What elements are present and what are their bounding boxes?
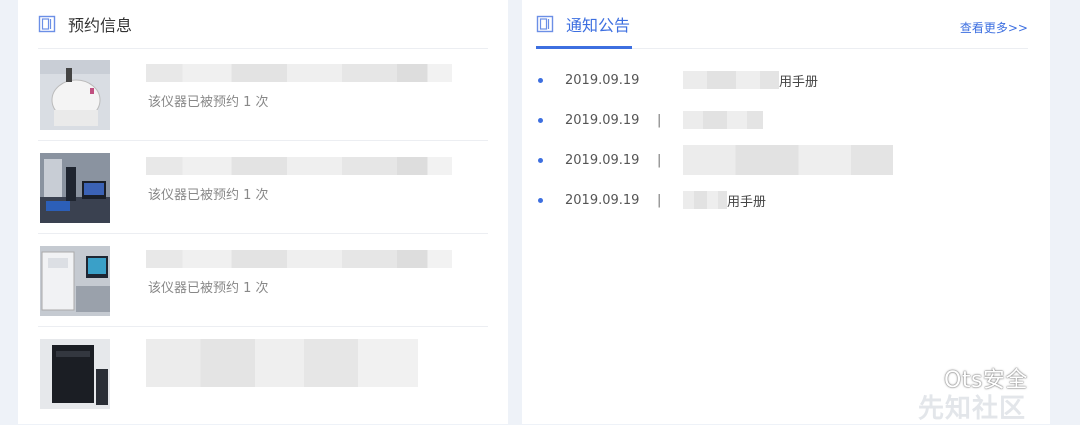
booking-count: 该仪器已被预约 1 次 (148, 281, 269, 296)
booking-header: 预约信息 (38, 0, 488, 49)
notice-title[interactable]: 用手册 (683, 191, 766, 210)
tab-notices[interactable]: 通知公告 (536, 0, 633, 49)
notice-tab-label: 通知公告 (566, 16, 631, 35)
notice-date: 2019.09.19 (565, 192, 640, 208)
booking-count: 该仪器已被预约 1 次 (148, 95, 269, 110)
instrument-image[interactable] (40, 153, 110, 223)
book-icon (38, 15, 56, 33)
redacted-notice-title (683, 145, 893, 175)
redacted-instrument-info (146, 339, 418, 387)
redacted-instrument-name (146, 157, 452, 175)
view-more-link[interactable]: 查看更多>> (960, 19, 1028, 36)
redacted-notice-title (683, 191, 727, 209)
notice-item[interactable]: 2019.09.19 | (536, 100, 1028, 140)
watermark-text: Ots安全 (944, 368, 1028, 393)
notice-title[interactable]: 用手册 (683, 71, 818, 90)
notice-item[interactable]: 2019.09.19 | 用手册 (536, 60, 1028, 100)
notice-date: 2019.09.19 (565, 152, 640, 168)
redacted-instrument-name (146, 64, 452, 82)
book-icon (536, 15, 554, 33)
redacted-notice-title (683, 71, 779, 89)
booking-item[interactable]: 该仪器已被预约 1 次 (38, 141, 488, 234)
watermark: Ots安全 (898, 362, 1028, 394)
wechat-icon (900, 366, 935, 390)
instrument-image[interactable] (40, 246, 110, 316)
notice-title[interactable] (683, 111, 763, 129)
notice-separator: | (657, 72, 662, 88)
bullet-dot (538, 157, 543, 163)
bullet-dot (538, 197, 543, 203)
notice-separator: | (657, 152, 662, 168)
notice-panel: 通知公告 查看更多>> 2019.09.19 | 用手册 2019.09.19 … (522, 0, 1050, 424)
booking-title: 预约信息 (68, 16, 133, 35)
redacted-instrument-name (146, 250, 452, 268)
notice-item[interactable]: 2019.09.19 | 用手册 (536, 180, 1028, 220)
booking-count: 该仪器已被预约 1 次 (148, 188, 269, 203)
booking-panel: 预约信息 该仪器已被预约 1 次 该仪器已被预约 1 次 该仪器已被预约 1 次 (18, 0, 508, 424)
booking-item[interactable]: 该仪器已被预约 1 次 (38, 234, 488, 327)
notice-separator: | (657, 192, 662, 208)
notice-title-text: 用手册 (727, 194, 767, 210)
notice-date: 2019.09.19 (565, 72, 640, 88)
redacted-notice-title (683, 111, 763, 129)
booking-item[interactable] (38, 327, 488, 420)
instrument-image[interactable] (40, 339, 110, 409)
bullet-dot (538, 117, 543, 123)
notice-item[interactable]: 2019.09.19 | (536, 140, 1028, 180)
notice-list: 2019.09.19 | 用手册 2019.09.19 | 2019.09.19… (536, 60, 1028, 220)
bullet-dot (538, 77, 543, 83)
notice-title[interactable] (683, 145, 893, 175)
notice-title-text: 用手册 (779, 74, 819, 90)
booking-list: 该仪器已被预约 1 次 该仪器已被预约 1 次 该仪器已被预约 1 次 (38, 48, 488, 420)
notice-header: 通知公告 查看更多>> (536, 0, 1028, 49)
instrument-image[interactable] (40, 60, 110, 130)
notice-separator: | (657, 112, 662, 128)
booking-item[interactable]: 该仪器已被预约 1 次 (38, 48, 488, 141)
notice-date: 2019.09.19 (565, 112, 640, 128)
